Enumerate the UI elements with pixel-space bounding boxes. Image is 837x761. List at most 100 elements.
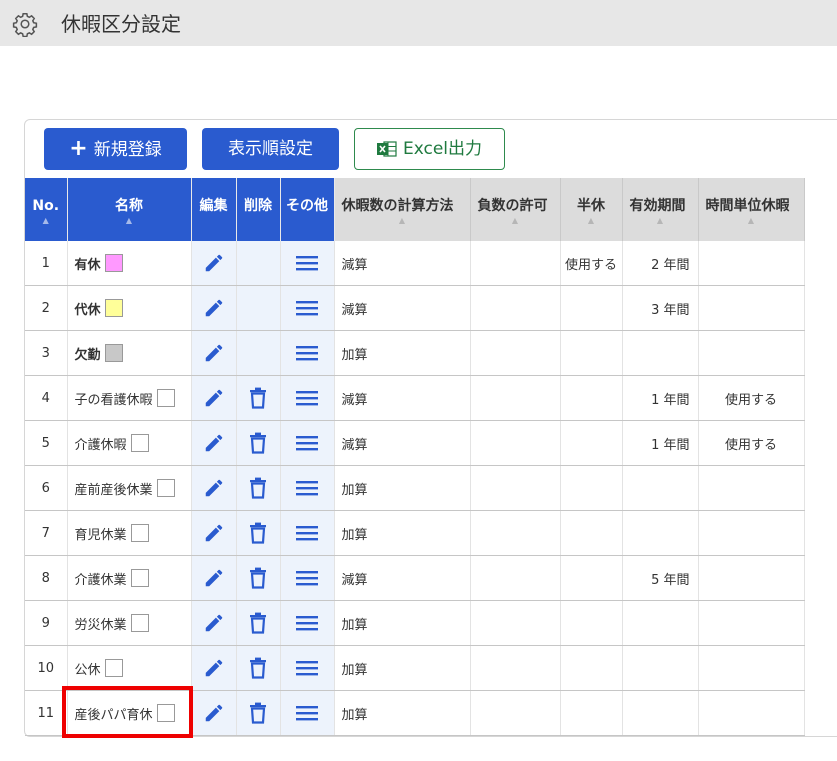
color-swatch: [104, 344, 123, 362]
menu-icon: [296, 526, 318, 541]
col-hourly-leave[interactable]: 時間単位休暇 ▲: [698, 178, 805, 241]
color-swatch: [130, 614, 149, 632]
edit-button[interactable]: [191, 600, 237, 646]
hourly-leave: [698, 645, 805, 691]
excel-icon: [376, 141, 397, 157]
col-delete: 削除: [236, 178, 281, 241]
hourly-leave: [698, 465, 805, 511]
menu-icon: [296, 616, 318, 631]
new-register-label: 新規登録: [93, 140, 162, 160]
hourly-leave: [698, 241, 805, 286]
color-swatch: [104, 659, 123, 677]
color-swatch: [130, 569, 149, 587]
new-register-button[interactable]: + 新規登録: [44, 128, 187, 170]
edit-button[interactable]: [191, 285, 237, 331]
negative-allowed: [470, 420, 561, 466]
pencil-icon: [205, 524, 222, 542]
other-menu-button[interactable]: [280, 420, 335, 466]
row-name: 代休: [67, 285, 192, 331]
valid-period: [622, 645, 699, 691]
other-menu-button[interactable]: [280, 285, 335, 331]
other-menu-button[interactable]: [280, 600, 335, 646]
col-name[interactable]: 名称 ▲: [67, 178, 192, 241]
valid-period: [622, 510, 699, 556]
leave-name: 育児休業: [74, 527, 127, 543]
hourly-leave: [698, 285, 805, 331]
table-row: 4 子の看護休暇 減算 1 年間 使用する: [25, 375, 805, 421]
col-other: その他: [280, 178, 335, 241]
edit-button[interactable]: [191, 510, 237, 556]
leave-name: 介護休暇: [74, 437, 127, 453]
sort-icon: ▲: [587, 216, 595, 225]
edit-button[interactable]: [191, 465, 237, 511]
other-menu-button[interactable]: [280, 510, 335, 556]
other-menu-button[interactable]: [280, 330, 335, 376]
delete-button[interactable]: [236, 645, 281, 691]
edit-button[interactable]: [191, 555, 237, 601]
negative-allowed: [470, 330, 561, 376]
menu-icon: [296, 481, 318, 496]
edit-button[interactable]: [191, 375, 237, 421]
col-negative-allowed[interactable]: 負数の許可 ▲: [470, 178, 561, 241]
pencil-icon: [205, 299, 222, 317]
row-name: 公休: [67, 645, 192, 691]
sort-icon: ▲: [511, 216, 519, 225]
col-valid-period[interactable]: 有効期間 ▲: [622, 178, 699, 241]
other-menu-button[interactable]: [280, 555, 335, 601]
delete-button[interactable]: [236, 690, 281, 736]
other-menu-button[interactable]: [280, 690, 335, 736]
other-menu-button[interactable]: [280, 375, 335, 421]
menu-icon: [296, 661, 318, 676]
hourly-leave: [698, 555, 805, 601]
other-menu-button[interactable]: [280, 465, 335, 511]
sort-icon: ▲: [42, 216, 49, 225]
delete-button[interactable]: [236, 465, 281, 511]
display-order-button[interactable]: 表示順設定: [202, 128, 339, 170]
valid-period: [622, 330, 699, 376]
half-day: [560, 645, 623, 691]
row-name: 子の看護休暇: [67, 375, 192, 421]
col-no[interactable]: No. ▲: [25, 178, 68, 241]
row-no: 4: [25, 375, 68, 421]
row-name: 育児休業: [67, 510, 192, 556]
excel-export-button[interactable]: Excel出力: [354, 128, 505, 170]
leave-type-table: No. ▲ 名称 ▲ 編集 削除 その他 休暇数の計算方法 ▲ 負数の許可 ▲ 半休 ▲ …: [25, 178, 805, 736]
calc-method: 減算: [334, 285, 471, 331]
other-menu-button[interactable]: [280, 241, 335, 286]
valid-period: 2 年間: [622, 241, 699, 286]
menu-icon: [296, 436, 318, 451]
valid-period: [622, 465, 699, 511]
edit-button[interactable]: [191, 645, 237, 691]
sort-icon: ▲: [398, 216, 406, 225]
row-no: 6: [25, 465, 68, 511]
half-day: [560, 690, 623, 736]
col-calc-method[interactable]: 休暇数の計算方法 ▲: [334, 178, 471, 241]
color-swatch: [156, 389, 175, 407]
delete-button[interactable]: [236, 420, 281, 466]
edit-button[interactable]: [191, 420, 237, 466]
delete-button[interactable]: [236, 510, 281, 556]
leave-name: 欠勤: [74, 347, 101, 363]
row-no: 7: [25, 510, 68, 556]
row-no: 8: [25, 555, 68, 601]
half-day: [560, 465, 623, 511]
half-day: [560, 555, 623, 601]
calc-method: 減算: [334, 241, 471, 286]
edit-button[interactable]: [191, 330, 237, 376]
delete-button[interactable]: [236, 600, 281, 646]
delete-button[interactable]: [236, 375, 281, 421]
pencil-icon: [205, 479, 222, 497]
row-no: 5: [25, 420, 68, 466]
trash-icon: [250, 702, 266, 724]
other-menu-button[interactable]: [280, 645, 335, 691]
calc-method: 加算: [334, 510, 471, 556]
col-half-day[interactable]: 半休 ▲: [560, 178, 623, 241]
delete-button[interactable]: [236, 555, 281, 601]
valid-period: 1 年間: [622, 420, 699, 466]
pencil-icon: [205, 614, 222, 632]
edit-button[interactable]: [191, 241, 237, 286]
negative-allowed: [470, 555, 561, 601]
table-row: 1 有休 減算 使用する 2 年間: [25, 241, 805, 286]
pencil-icon: [205, 344, 222, 362]
edit-button[interactable]: [191, 690, 237, 736]
